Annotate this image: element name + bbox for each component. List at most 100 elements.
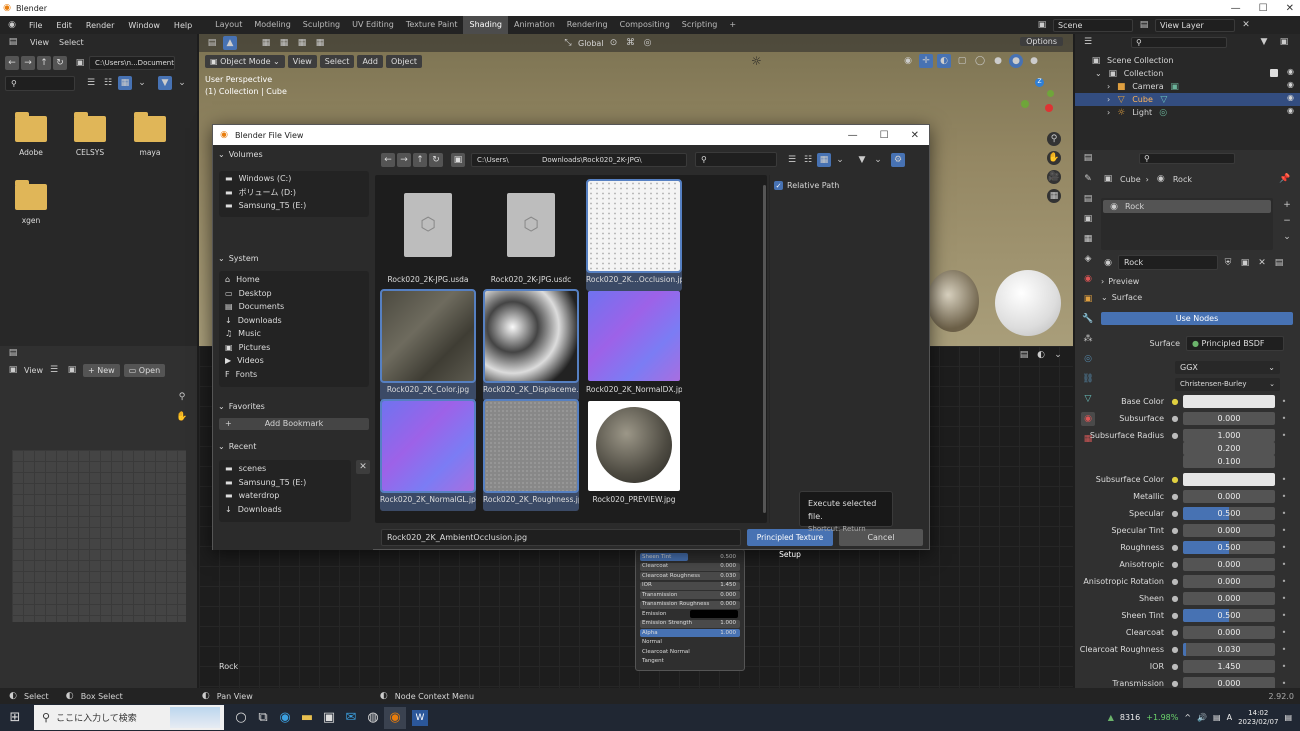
volume-item[interactable]: ▬ Windows (C:) [219, 172, 369, 186]
volume-item[interactable]: ▬ ボリューム (D:) [219, 186, 369, 200]
constraints-tab-icon[interactable]: ⛓ [1081, 372, 1095, 386]
recent-item[interactable]: ▬ Samsung_T5 (E:) [219, 476, 351, 490]
view-layer-tab-icon[interactable]: ▦ [1081, 232, 1095, 246]
outliner-item-scene-collection[interactable]: ▣ Scene Collection [1075, 54, 1300, 67]
object-mode-dropdown[interactable]: ▣ Object Mode ⌄ [205, 54, 285, 68]
back-icon[interactable]: ← [381, 152, 395, 167]
expand-icon[interactable]: › [1107, 108, 1110, 117]
system-item-downloads[interactable]: ↓ Downloads [219, 314, 369, 328]
duplicate-material-icon[interactable]: ▣ [1238, 256, 1252, 270]
socket-dot-icon[interactable]: ● [1170, 414, 1180, 423]
keyframe-icon[interactable]: • [1279, 526, 1289, 535]
folder-maya[interactable]: maya [130, 112, 170, 157]
unlink-material-icon[interactable]: ✕ [1255, 256, 1269, 270]
file-tile[interactable]: Rock020_2K_Roughness.jpg [483, 399, 579, 511]
folder-xgen[interactable]: xgen [11, 180, 51, 225]
recent-header[interactable]: ⌄ Recent [218, 439, 256, 453]
tab-shading[interactable]: Shading [463, 16, 508, 34]
filename-input[interactable]: Rock020_2K_AmbientOcclusion.jpg [381, 529, 741, 546]
socket-dot-icon[interactable]: ● [1170, 560, 1180, 569]
wireframe-shading-icon[interactable]: ◯ [973, 54, 987, 68]
tab-sculpting[interactable]: Sculpting [297, 16, 346, 34]
file-tile[interactable]: Rock020_PREVIEW.jpg [586, 401, 682, 511]
outliner-item-camera[interactable]: › ■ Camera ▣ ◉ [1075, 80, 1300, 93]
mode-subtract-icon[interactable]: ▦ [295, 36, 309, 50]
ortho-toggle-icon[interactable]: ▦ [1047, 189, 1061, 203]
keyframe-icon[interactable]: • [1279, 509, 1289, 518]
editor-type-icon[interactable]: ▤ [6, 346, 20, 360]
system-item-desktop[interactable]: ▭ Desktop [219, 287, 369, 301]
windows-start-icon[interactable]: ⊞ [4, 707, 26, 729]
image-view-menu[interactable]: View [24, 366, 43, 375]
display-dropdown-icon[interactable]: ⌄ [135, 76, 149, 90]
refresh-icon[interactable]: ↻ [53, 56, 67, 70]
clock[interactable]: 14:02 2023/02/07 [1238, 709, 1278, 727]
system-item-videos[interactable]: ▶ Videos [219, 354, 369, 368]
system-header[interactable]: ⌄ System [218, 251, 259, 265]
filter-dropdown-icon[interactable]: ⌄ [175, 76, 189, 90]
surface-shader-field[interactable]: ● Principled BSDF [1186, 336, 1284, 351]
ime-icon[interactable]: A [1227, 713, 1232, 722]
file-tile[interactable]: Rock020_2K_Color.jpg [380, 289, 476, 401]
recent-item[interactable]: ▬ waterdrop [219, 489, 351, 503]
options-button[interactable]: Options [1020, 37, 1063, 46]
edge-icon[interactable]: ◉ [274, 707, 296, 729]
socket-dot-icon[interactable]: ● [1170, 526, 1180, 535]
outliner-item-light[interactable]: › ☼ Light ◎ ◉ [1075, 106, 1300, 119]
keyframe-icon[interactable]: • [1279, 397, 1289, 406]
gizmo-icon[interactable]: ✛ [919, 54, 933, 68]
preview-panel-header[interactable]: Preview [1108, 277, 1139, 286]
socket-dot-icon[interactable]: ● [1170, 594, 1180, 603]
keyframe-icon[interactable]: • [1279, 679, 1289, 688]
eye-icon[interactable]: ◉ [1287, 67, 1294, 76]
scene-field[interactable]: Scene [1053, 18, 1133, 32]
principled-bsdf-node[interactable]: Sheen Tint 0.500 Clearcoat 0.000 Clearcoat… [635, 549, 745, 671]
view-layer-icon[interactable]: ▤ [1137, 18, 1151, 32]
outliner-search-input[interactable]: ⚲ [1131, 36, 1227, 48]
socket-dot-icon[interactable]: ● [1170, 492, 1180, 501]
cortana-icon[interactable]: ○ [230, 707, 252, 729]
viewport-add-menu[interactable]: Add [357, 54, 383, 68]
tab-layout[interactable]: Layout [209, 16, 248, 34]
checkbox-icon[interactable] [1270, 69, 1278, 77]
navigation-gizmo[interactable]: Z [1017, 78, 1061, 122]
editor-type-icon[interactable]: ▤ [6, 35, 20, 49]
expand-icon[interactable]: › [1101, 277, 1104, 286]
property-value-field[interactable]: 0.000 [1183, 558, 1275, 571]
mail-icon[interactable]: ✉ [340, 707, 362, 729]
render-tab-icon[interactable]: ▤ [1081, 192, 1095, 206]
new-folder-icon[interactable]: ▣ [73, 56, 87, 70]
node-socket-row[interactable]: Alpha 1.000 [636, 628, 744, 638]
recent-item[interactable]: ↓ Downloads [219, 503, 351, 517]
node-socket-row[interactable]: Tangent [636, 657, 744, 667]
outliner-item-collection[interactable]: ⌄ ▣ Collection ◉ [1075, 67, 1300, 80]
keyframe-icon[interactable]: • [1279, 628, 1289, 637]
recent-item[interactable]: ▬ scenes [219, 462, 351, 476]
display-list-icon[interactable]: ☰ [785, 153, 799, 167]
socket-dot-icon[interactable]: ● [1170, 662, 1180, 671]
property-value-field[interactable]: 0.500 [1183, 609, 1275, 622]
node-socket-row[interactable]: Transmission 0.000 [636, 590, 744, 600]
expand-icon[interactable]: › [1107, 95, 1110, 104]
keyframe-icon[interactable]: • [1279, 645, 1289, 654]
blender-menu-icon[interactable]: ◉ [5, 18, 19, 32]
property-value-field[interactable]: 0.000 [1183, 524, 1275, 537]
node-socket-row[interactable]: IOR 1.450 [636, 581, 744, 591]
tab-rendering[interactable]: Rendering [561, 16, 614, 34]
keyframe-icon[interactable]: • [1279, 543, 1289, 552]
node-options-icon[interactable]: ⌄ [1051, 348, 1065, 362]
hand-icon[interactable]: ✋ [175, 410, 189, 424]
world-tab-icon[interactable]: ◉ [1081, 272, 1095, 286]
material-shading-icon[interactable]: ● [1009, 54, 1023, 68]
outliner-item-cube[interactable]: › ▽ Cube ▽ ◉ [1075, 93, 1300, 106]
tab-uv-editing[interactable]: UV Editing [346, 16, 400, 34]
system-item-pictures[interactable]: ▣ Pictures [219, 341, 369, 355]
node-socket-row[interactable]: Clearcoat 0.000 [636, 562, 744, 572]
socket-dot-icon[interactable]: ● [1170, 509, 1180, 518]
emission-color-swatch[interactable] [690, 610, 738, 618]
close-view-layer-icon[interactable]: ✕ [1239, 18, 1253, 32]
minimize-icon[interactable]: — [1231, 3, 1241, 14]
image-mode-icon[interactable]: ▣ [6, 363, 20, 377]
fb-path-field[interactable]: C:\Users\n...Documents\ [89, 56, 175, 70]
property-value-field[interactable]: 0.500 [1183, 541, 1275, 554]
